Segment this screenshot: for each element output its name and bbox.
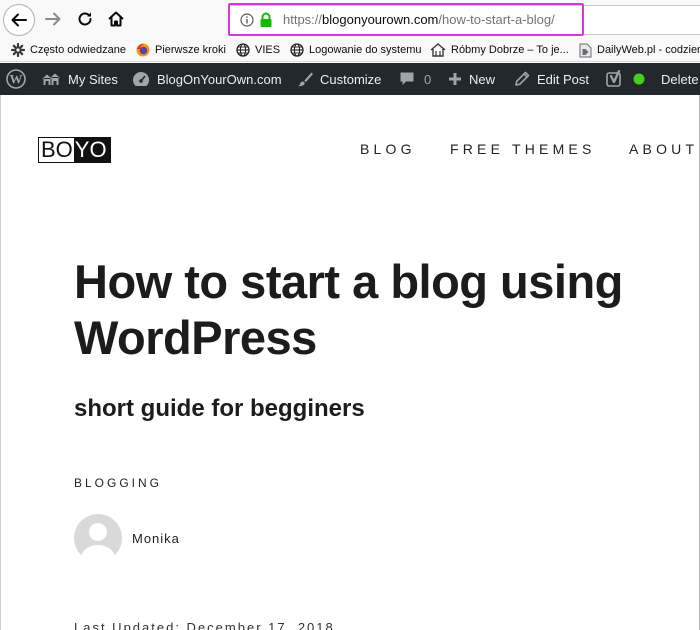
delete-label: Delete — [661, 71, 699, 87]
plus-icon — [449, 73, 461, 85]
yoast-icon — [606, 70, 621, 87]
bookmark-item[interactable]: Róbmy Dobrze – To je... — [430, 41, 569, 59]
forward-button[interactable] — [40, 6, 66, 32]
svg-text:W: W — [10, 72, 23, 87]
info-icon[interactable] — [240, 13, 254, 27]
wp-admin-bar: W My Sites BlogOnYourOwn.com Customize 0… — [0, 63, 700, 95]
bookmark-label: Logowanie do systemu — [309, 44, 422, 56]
user-silhouette-icon — [81, 523, 115, 562]
globe-icon — [290, 43, 304, 57]
comments-count: 0 — [424, 71, 432, 87]
my-sites-menu[interactable]: My Sites — [41, 63, 118, 95]
url-text[interactable]: https://blogonyourown.com/how-to-start-a… — [283, 12, 555, 27]
nav-item-about[interactable]: ABOUT — [629, 141, 698, 157]
arrow-left-icon — [11, 13, 27, 27]
edit-post-link[interactable]: Edit Post — [514, 63, 589, 95]
delete-cache-link[interactable]: Delete — [661, 63, 699, 95]
browser-toolbar: https://blogonyourown.com/how-to-start-a… — [0, 0, 700, 38]
last-updated-text: Last Updated: December 17, 2018 — [74, 620, 335, 630]
bookmark-item[interactable]: Pierwsze kroki — [136, 41, 226, 59]
dashboard-icon — [133, 71, 150, 86]
comment-icon — [400, 72, 414, 85]
back-button[interactable] — [3, 4, 35, 36]
url-path: /how-to-start-a-blog/ — [438, 12, 555, 27]
bookmark-label: DailyWeb.pl - codzier — [597, 44, 700, 56]
yoast-seo-menu[interactable] — [606, 63, 645, 95]
arrow-right-icon — [45, 12, 61, 26]
url-domain: blogonyourown.com — [322, 12, 439, 27]
bookmark-label: Często odwiedzane — [30, 44, 127, 56]
paintbrush-icon — [298, 72, 313, 87]
home-icon — [108, 11, 124, 27]
logo-text-light: BO — [39, 137, 74, 162]
my-sites-label: My Sites — [68, 71, 118, 87]
author-name[interactable]: Monika — [132, 531, 180, 546]
comments-link[interactable]: 0 — [399, 63, 431, 95]
bookmark-label: Pierwsze kroki — [155, 44, 226, 56]
reload-icon — [78, 12, 92, 26]
pencil-icon — [515, 71, 530, 86]
new-label: New — [469, 71, 496, 87]
bookmark-item[interactable]: DailyWeb.pl - codzier — [579, 41, 700, 59]
customize-label: Customize — [320, 71, 382, 87]
globe-icon — [236, 43, 250, 57]
wordpress-menu[interactable]: W — [6, 63, 26, 95]
seo-status-dot-icon — [633, 73, 645, 85]
bookmark-item[interactable]: Często odwiedzane — [11, 41, 126, 59]
page-icon — [579, 43, 592, 57]
bookmark-label: VIES — [255, 44, 281, 56]
bookmark-label: Róbmy Dobrze – To je... — [451, 44, 569, 56]
logo-text-dark: YO — [73, 138, 110, 162]
firefox-icon — [136, 43, 150, 57]
bookmark-item[interactable]: Logowanie do systemu — [290, 41, 422, 59]
house-icon — [430, 43, 446, 57]
lock-icon[interactable] — [259, 12, 273, 28]
post-title: How to start a blog using WordPress — [74, 255, 623, 364]
home-button[interactable] — [103, 6, 129, 32]
bookmarks-bar: Często odwiedzane Pierwsze kroki VIES Lo… — [0, 38, 700, 62]
post-category-link[interactable]: BLOGGING — [74, 476, 162, 490]
edit-post-label: Edit Post — [537, 71, 590, 87]
gear-icon — [11, 43, 25, 57]
window-border-left — [0, 95, 1, 630]
site-name-menu[interactable]: BlogOnYourOwn.com — [132, 63, 282, 95]
post-subtitle: short guide for begginers — [74, 395, 365, 422]
reload-button[interactable] — [72, 6, 98, 32]
site-name-label: BlogOnYourOwn.com — [157, 71, 282, 87]
bookmark-item[interactable]: VIES — [236, 41, 280, 59]
customize-link[interactable]: Customize — [297, 63, 381, 95]
wordpress-logo-icon: W — [6, 69, 26, 89]
new-content-menu[interactable]: New — [448, 63, 495, 95]
nav-item-free-themes[interactable]: FREE THEMES — [450, 141, 596, 157]
my-sites-icon — [42, 73, 60, 85]
nav-item-blog[interactable]: BLOG — [360, 141, 416, 157]
author-avatar[interactable] — [74, 514, 122, 562]
site-logo[interactable]: BO YO — [38, 137, 111, 163]
url-prefix: https:// — [283, 12, 323, 27]
